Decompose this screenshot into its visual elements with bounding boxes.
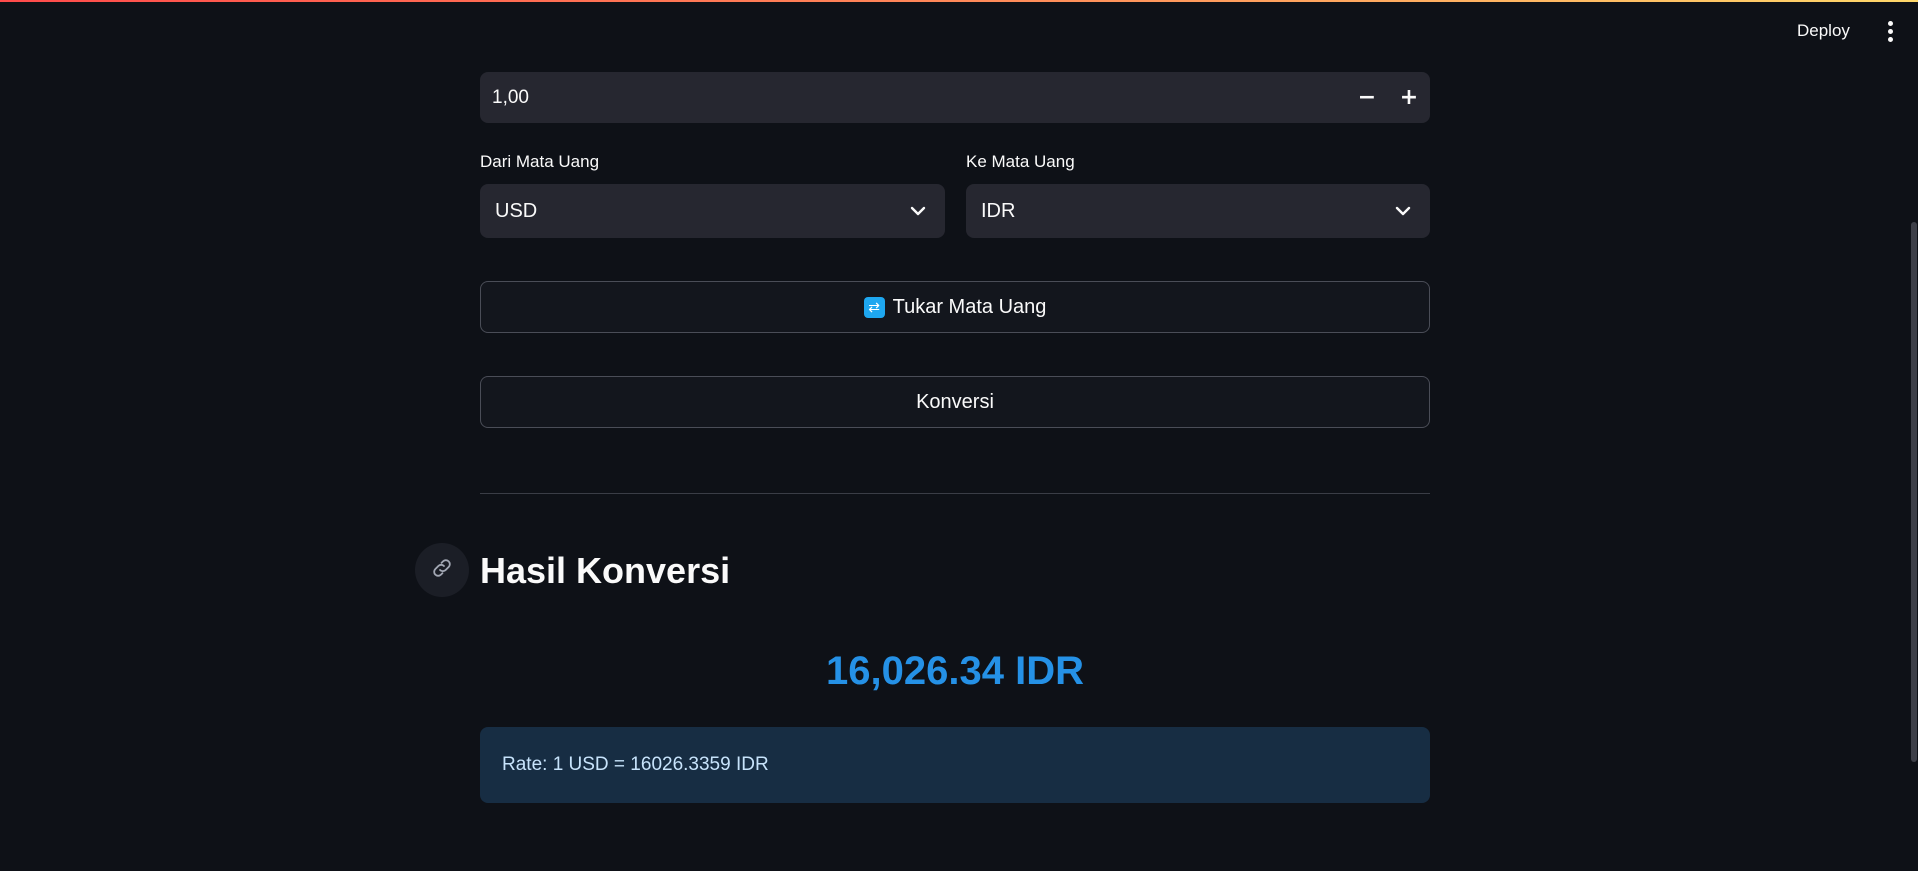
- chevron-down-icon: [909, 202, 927, 220]
- to-currency-value: IDR: [981, 199, 1016, 222]
- top-decoration-bar: [0, 0, 1918, 2]
- swap-currency-label: Tukar Mata Uang: [892, 295, 1047, 318]
- amount-input-value[interactable]: 1,00: [480, 87, 1346, 109]
- converted-amount: 16,026.34 IDR: [826, 649, 1084, 693]
- convert-button-label: Konversi: [916, 390, 994, 413]
- swap-arrows-icon: ⇄: [863, 296, 885, 318]
- scrollbar-thumb[interactable]: [1911, 222, 1917, 762]
- chevron-down-icon: [1394, 202, 1412, 220]
- rate-text: Rate: 1 USD = 16026.3359 IDR: [502, 754, 769, 775]
- increment-button[interactable]: +: [1388, 72, 1430, 123]
- to-currency-label: Ke Mata Uang: [966, 152, 1075, 171]
- vertical-dots-icon: [1887, 20, 1893, 26]
- to-currency-select[interactable]: IDR: [966, 184, 1430, 238]
- main-menu-button[interactable]: [1876, 16, 1904, 46]
- deploy-button[interactable]: Deploy: [1783, 17, 1864, 45]
- decrement-button[interactable]: −: [1346, 72, 1388, 123]
- from-currency-value: USD: [495, 199, 538, 222]
- amount-input[interactable]: 1,00 − +: [480, 72, 1430, 123]
- result-heading: Hasil Konversi: [480, 550, 731, 591]
- heading-anchor-link[interactable]: [415, 543, 469, 597]
- from-currency-label: Dari Mata Uang: [480, 152, 600, 171]
- convert-button[interactable]: Konversi: [480, 376, 1430, 428]
- from-currency-select[interactable]: USD: [480, 184, 945, 238]
- section-divider: [480, 493, 1430, 494]
- rate-info-box: Rate: 1 USD = 16026.3359 IDR: [480, 727, 1430, 803]
- link-icon: [430, 556, 454, 584]
- swap-currency-button[interactable]: ⇄ Tukar Mata Uang: [480, 281, 1430, 333]
